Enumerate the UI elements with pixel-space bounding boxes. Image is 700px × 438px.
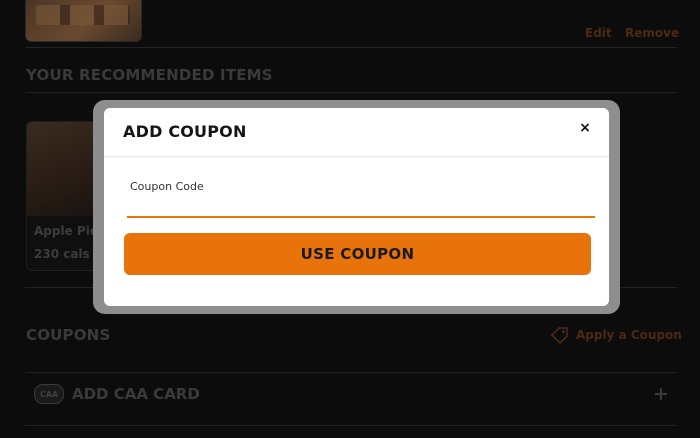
remove-link[interactable]: Remove [625, 26, 679, 40]
use-coupon-button[interactable]: USE COUPON [124, 233, 591, 275]
divider [25, 372, 677, 373]
close-icon[interactable]: × [576, 119, 594, 137]
coupons-section-title: COUPONS [26, 326, 111, 344]
add-coupon-dialog: ADD COUPON × Coupon Code USE COUPON [104, 108, 609, 306]
item-calories: 230 cals [34, 247, 90, 261]
apply-coupon-label: Apply a Coupon [576, 328, 682, 342]
cart-item-thumbnail [25, 0, 142, 42]
checkout-page: Edit Remove YOUR RECOMMENDED ITEMS Apple… [0, 0, 700, 438]
caa-logo: CAA [34, 384, 64, 404]
tag-icon [550, 326, 570, 344]
dialog-header: ADD COUPON × [104, 108, 609, 157]
item-name: Apple Pie [34, 224, 98, 238]
divider [25, 425, 677, 426]
expand-plus-icon[interactable]: + [653, 383, 669, 405]
divider [25, 47, 677, 48]
edit-link[interactable]: Edit [585, 26, 612, 40]
coupon-code-label: Coupon Code [130, 180, 204, 193]
add-caa-card-row[interactable]: CAA ADD CAA CARD [34, 384, 200, 404]
divider [25, 92, 677, 93]
add-coupon-dialog-frame: ADD COUPON × Coupon Code USE COUPON [93, 100, 620, 314]
coupon-code-input[interactable] [127, 194, 595, 218]
apply-coupon-link[interactable]: Apply a Coupon [550, 326, 682, 344]
add-caa-card-label: ADD CAA CARD [72, 385, 200, 403]
dialog-title: ADD COUPON [123, 122, 247, 141]
recommended-section-title: YOUR RECOMMENDED ITEMS [26, 66, 273, 84]
